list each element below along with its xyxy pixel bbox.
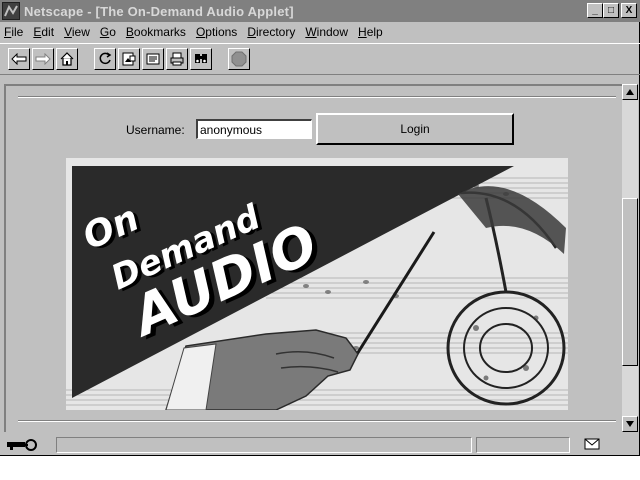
find-button[interactable] (190, 48, 212, 70)
forward-arrow-icon (35, 53, 51, 65)
back-button[interactable] (8, 48, 30, 70)
browser-window: Netscape - [The On-Demand Audio Applet] … (0, 0, 640, 456)
menu-bar: File Edit View Go Bookmarks Options Dire… (0, 22, 640, 42)
arrow-down-icon (626, 421, 634, 427)
menu-view[interactable]: View (64, 25, 90, 39)
menu-bookmarks[interactable]: Bookmarks (126, 25, 186, 39)
window-title: Netscape - [The On-Demand Audio Applet] (24, 3, 294, 19)
scroll-down-button[interactable] (622, 416, 638, 432)
home-icon (60, 52, 74, 66)
menu-help[interactable]: Help (358, 25, 383, 39)
reload-icon (99, 52, 112, 65)
progress-indicator (476, 437, 570, 453)
forward-button[interactable] (32, 48, 54, 70)
arrow-up-icon (626, 89, 634, 95)
login-button[interactable]: Login (316, 113, 514, 145)
menu-file[interactable]: File (4, 25, 23, 39)
images-icon (122, 52, 136, 66)
back-arrow-icon (11, 53, 27, 65)
page-content: Username: Login (4, 84, 622, 432)
menu-directory[interactable]: Directory (247, 25, 295, 39)
vertical-scrollbar[interactable] (622, 84, 638, 432)
login-form: Username: Login (6, 112, 622, 146)
scroll-thumb[interactable] (622, 198, 638, 366)
reload-button[interactable] (94, 48, 116, 70)
username-input[interactable] (196, 119, 312, 139)
netscape-logo-icon (2, 2, 20, 20)
window-controls: _ □ X (587, 3, 637, 18)
scroll-up-button[interactable] (622, 84, 638, 100)
username-label: Username: (126, 123, 185, 137)
minimize-button[interactable]: _ (587, 3, 603, 18)
stop-icon (231, 51, 247, 67)
security-key-icon (6, 437, 40, 453)
maximize-button[interactable]: □ (603, 3, 619, 18)
stop-button[interactable] (228, 48, 250, 70)
open-button[interactable] (142, 48, 164, 70)
images-button[interactable] (118, 48, 140, 70)
banner-artwork: On On Demand Demand AUDIO AUDIO (66, 158, 568, 410)
print-button[interactable] (166, 48, 188, 70)
bottom-divider (18, 420, 616, 422)
status-message (56, 437, 472, 453)
menu-go[interactable]: Go (100, 25, 116, 39)
status-bar (0, 434, 640, 456)
mail-icon[interactable] (584, 438, 600, 452)
toolbar (0, 43, 640, 75)
on-demand-audio-banner: On On Demand Demand AUDIO AUDIO (66, 158, 568, 410)
menu-options[interactable]: Options (196, 25, 237, 39)
menu-edit[interactable]: Edit (33, 25, 54, 39)
title-bar[interactable]: Netscape - [The On-Demand Audio Applet] … (0, 0, 640, 22)
home-button[interactable] (56, 48, 78, 70)
find-icon (195, 54, 207, 63)
top-divider (18, 96, 616, 98)
menu-window[interactable]: Window (305, 25, 348, 39)
close-button[interactable]: X (621, 3, 637, 18)
print-icon (170, 52, 184, 66)
open-icon (146, 53, 160, 65)
